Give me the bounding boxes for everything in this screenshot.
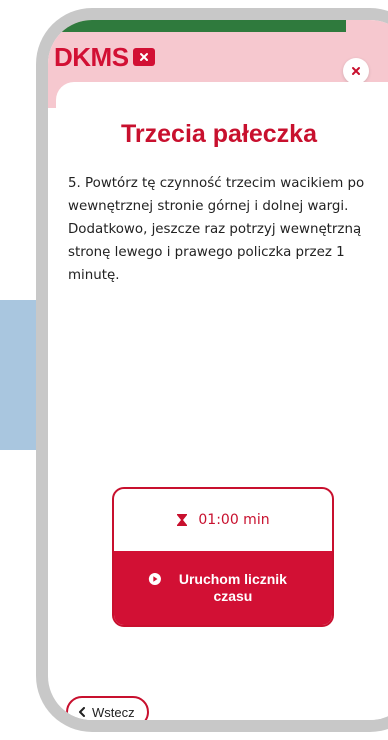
step-title: Trzecia pałeczka	[121, 120, 317, 148]
step-instruction: 5. Powtórz tę czynność trzecim wacikiem …	[68, 176, 365, 283]
back-button[interactable]: Wstecz	[66, 696, 149, 720]
chevron-left-icon	[79, 707, 85, 717]
timer-display: 01:00 min	[114, 489, 332, 551]
app-stage: DKMS Trzecia pałeczka 5. Powtórz tę czyn…	[0, 0, 388, 740]
dkms-logo: DKMS	[54, 44, 155, 70]
play-circle-icon	[148, 572, 161, 586]
close-icon	[352, 67, 360, 75]
step-card: Trzecia pałeczka 5. Powtórz tę czynność …	[56, 82, 388, 720]
x-icon	[139, 53, 148, 61]
start-timer-label: Uruchom licznik czasu	[178, 571, 287, 604]
phone-screen: DKMS Trzecia pałeczka 5. Powtórz tę czyn…	[48, 20, 388, 720]
start-timer-button-content: Uruchom licznik czasu	[148, 571, 298, 605]
close-button[interactable]	[343, 58, 369, 84]
start-timer-button[interactable]: Uruchom licznik czasu	[114, 551, 332, 625]
hourglass-icon	[177, 514, 188, 526]
logo-badge	[132, 48, 155, 66]
phone-frame: DKMS Trzecia pałeczka 5. Powtórz tę czyn…	[36, 8, 388, 732]
progress-strip	[48, 20, 346, 32]
timer-value: 01:00 min	[198, 512, 270, 528]
back-button-label: Wstecz	[92, 704, 135, 720]
timer-card: 01:00 min Uruchom licznik czasu	[112, 487, 334, 627]
logo-text: DKMS	[54, 42, 129, 72]
